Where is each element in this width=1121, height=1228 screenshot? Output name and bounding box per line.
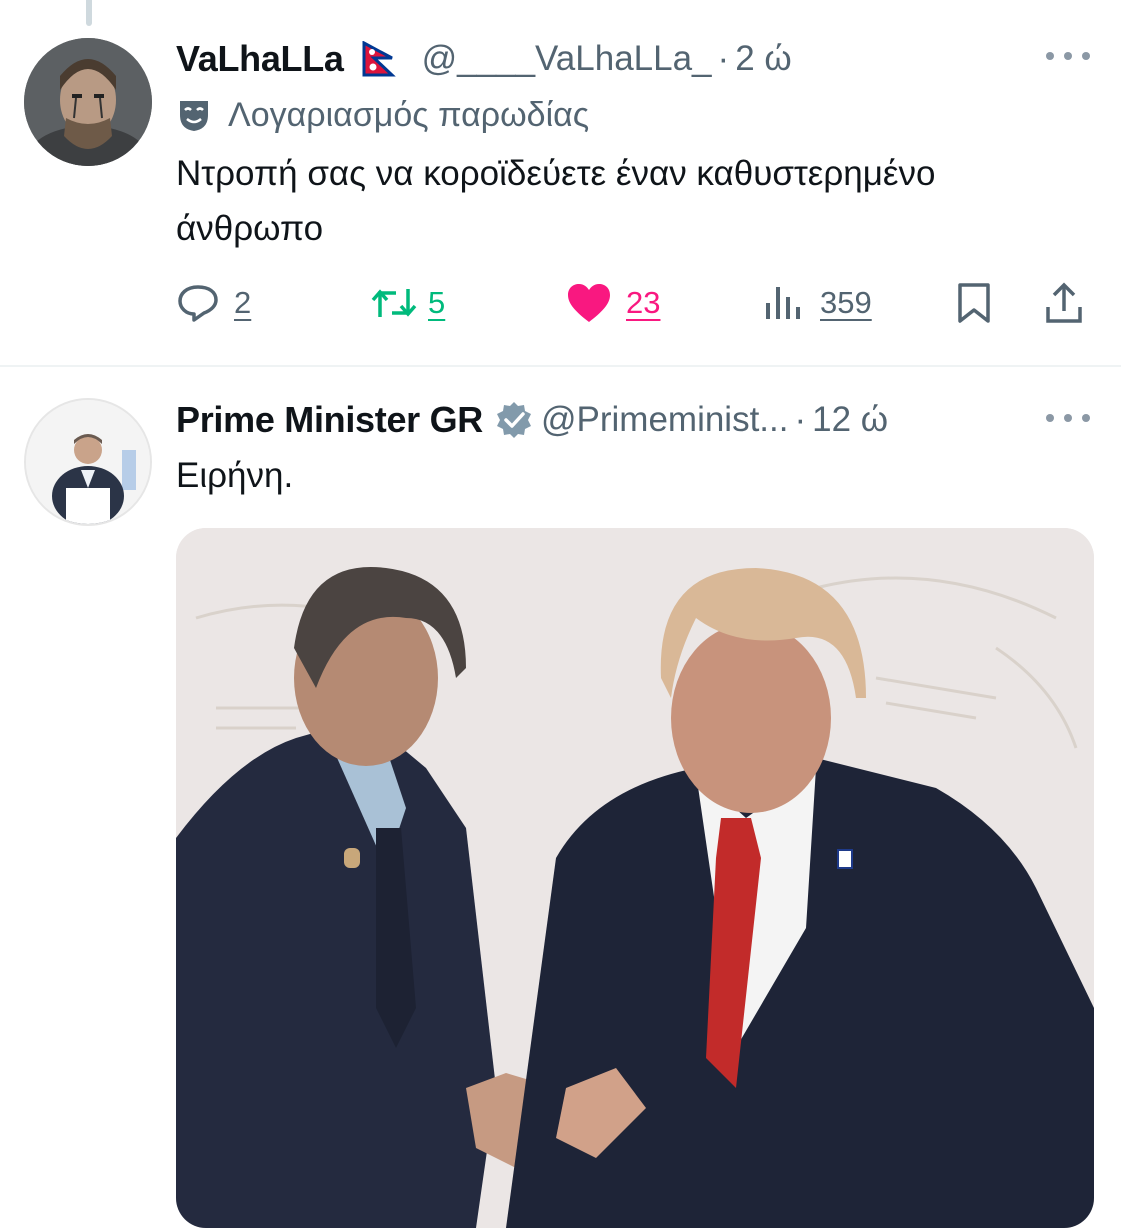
bookmark-button[interactable] xyxy=(956,278,992,328)
reply-button[interactable]: 2 xyxy=(176,278,251,328)
repost-icon xyxy=(371,289,417,317)
tweet-divider xyxy=(0,365,1121,367)
reply-icon xyxy=(178,285,218,322)
share-icon xyxy=(1046,282,1082,323)
tweet-header: Prime Minister GR @Primeminist... · 12 ώ xyxy=(176,397,888,443)
more-icon[interactable] xyxy=(1046,46,1090,66)
more-icon[interactable] xyxy=(1046,408,1090,428)
handle[interactable]: @Primeminist... xyxy=(541,400,789,440)
parody-label-text: Λογαριασμός παρωδίας xyxy=(228,95,590,134)
views-icon xyxy=(766,287,800,319)
tweet-text: Ντροπή σας να κοροϊδεύετε έναν καθυστερη… xyxy=(176,154,936,248)
reply-count: 2 xyxy=(234,285,252,320)
flag-icon xyxy=(362,41,396,77)
bookmark-icon xyxy=(958,283,990,323)
timestamp[interactable]: 2 ώ xyxy=(735,39,792,79)
handle[interactable]: @____VaLhaLLa_ xyxy=(422,39,712,79)
verified-icon[interactable] xyxy=(495,401,533,439)
avatar[interactable] xyxy=(24,38,152,166)
separator: · xyxy=(717,39,730,78)
like-count: 23 xyxy=(626,285,661,320)
like-button[interactable]: 23 xyxy=(566,278,660,328)
tweet-valhalla[interactable]: VaLhaLLa @____VaLhaLLa_ · 2 ώ Λογαριασμό… xyxy=(0,0,1121,365)
timestamp[interactable]: 12 ώ xyxy=(812,400,888,440)
mask-icon xyxy=(180,101,208,131)
separator: · xyxy=(794,400,807,439)
views-button[interactable]: 359 xyxy=(764,278,872,328)
tweet-media-photo[interactable] xyxy=(176,528,1094,1228)
parody-label: Λογαριασμός παρωδίας xyxy=(176,92,589,138)
repost-button[interactable]: 5 xyxy=(370,278,445,328)
like-icon xyxy=(568,284,610,322)
display-name[interactable]: Prime Minister GR xyxy=(176,399,483,441)
view-count: 359 xyxy=(820,285,872,320)
tweet-text: Ειρήνη. xyxy=(176,456,294,495)
share-button[interactable] xyxy=(1044,278,1084,328)
display-name[interactable]: VaLhaLLa xyxy=(176,38,344,80)
action-bar: 2 5 23 359 xyxy=(176,278,1096,328)
tweet-header: VaLhaLLa @____VaLhaLLa_ · 2 ώ xyxy=(176,36,792,82)
repost-count: 5 xyxy=(428,285,446,320)
avatar[interactable] xyxy=(24,398,152,526)
